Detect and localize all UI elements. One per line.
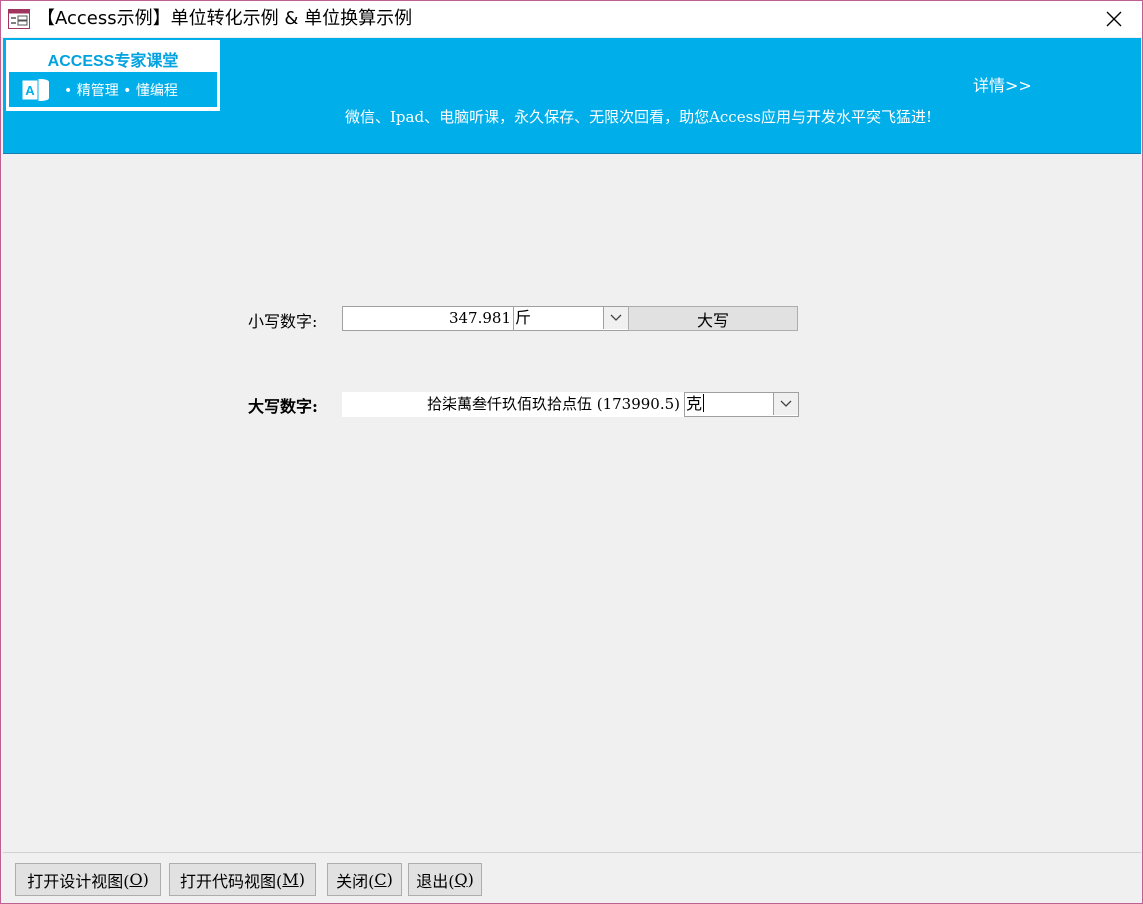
logo-title: ACCESS专家课堂 — [47, 53, 179, 70]
exit-button[interactable]: 退出(Q) — [408, 863, 482, 896]
upper-number-output: 拾柒萬叁仟玖佰玖拾点伍 (173990.5) — [342, 392, 685, 417]
text-caret — [703, 394, 705, 412]
upper-unit-value: 克 — [686, 394, 705, 413]
details-link[interactable]: 详情>> — [973, 72, 1032, 96]
logo-sub-2: 懂编程 — [135, 83, 178, 99]
lower-unit-value: 斤 — [515, 308, 532, 327]
promo-text: 微信、Ipad、电脑听课，永久保存、无限次回看，助您Access应用与开发水平突… — [345, 108, 933, 126]
window-title: 【Access示例】单位转化示例 & 单位换算示例 — [37, 8, 413, 29]
upper-number-label: 大写数字: — [248, 397, 318, 416]
bullet-icon: • — [123, 83, 132, 99]
upper-unit-select[interactable]: 克 — [684, 392, 799, 417]
access-logo-icon: A — [21, 79, 49, 101]
logo-subtitle: • 精管理 • 懂编程 — [64, 80, 178, 100]
title-bar: 【Access示例】单位转化示例 & 单位换算示例 — [1, 1, 1142, 37]
close-button[interactable]: 关闭(C) — [327, 863, 402, 896]
form-icon — [8, 9, 30, 29]
to-uppercase-button[interactable]: 大写 — [628, 306, 798, 331]
footer-divider — [3, 852, 1141, 853]
open-design-view-button[interactable]: 打开设计视图(O) — [15, 863, 161, 896]
close-window-button[interactable] — [1094, 4, 1134, 34]
bullet-icon: • — [64, 83, 73, 99]
open-code-view-button[interactable]: 打开代码视图(M) — [169, 863, 316, 896]
lower-number-input[interactable]: 347.981 — [342, 306, 515, 331]
header-banner: ACCESS专家课堂 A • 精管理 • 懂编程 详情>> 微信、Ipad、电脑… — [3, 38, 1141, 154]
chevron-down-icon[interactable] — [603, 307, 628, 329]
logo-band: A • 精管理 • 懂编程 — [9, 72, 217, 107]
lower-number-label: 小写数字: — [248, 312, 318, 331]
app-window: 【Access示例】单位转化示例 & 单位换算示例 ACCESS专家课堂 A •… — [0, 0, 1143, 904]
logo: ACCESS专家课堂 A • 精管理 • 懂编程 — [6, 40, 220, 111]
close-icon — [1106, 11, 1122, 27]
svg-text:A: A — [25, 83, 35, 98]
logo-sub-1: 精管理 — [76, 83, 119, 99]
lower-unit-select[interactable]: 斤 — [513, 306, 629, 331]
chevron-down-icon[interactable] — [773, 393, 798, 415]
